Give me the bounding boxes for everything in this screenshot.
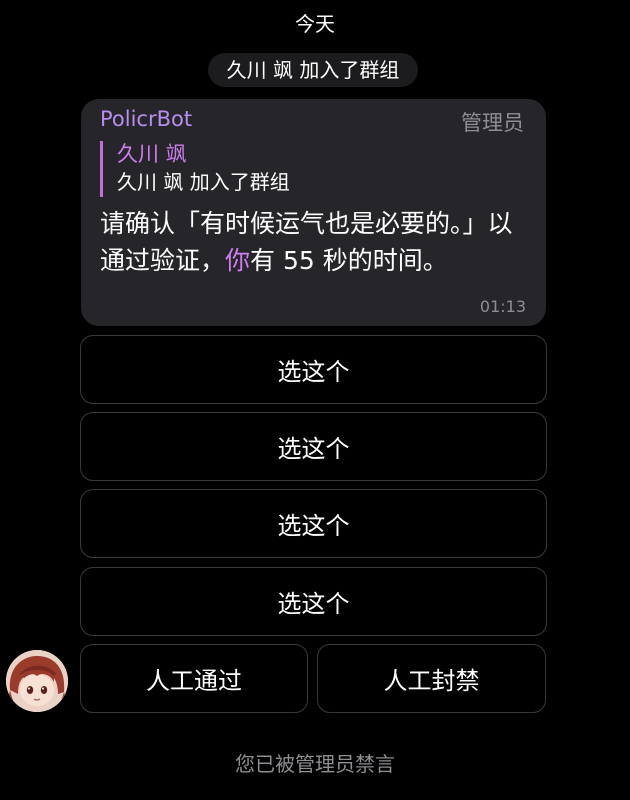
answer-option-button-3[interactable]: 选这个: [80, 489, 547, 558]
answer-option-button-2[interactable]: 选这个: [80, 412, 547, 481]
admin-badge: 管理员: [461, 111, 524, 135]
muted-notice: 您已被管理员禁言: [235, 752, 395, 776]
manual-ban-button[interactable]: 人工封禁: [317, 644, 546, 713]
message-timestamp: 01:13: [479, 297, 526, 316]
reply-text: 久川 飒 加入了群组: [117, 170, 290, 194]
answer-option-button-1[interactable]: 选这个: [80, 335, 547, 404]
anime-avatar-image: [6, 650, 68, 712]
date-separator: 今天: [295, 12, 335, 36]
service-message: 久川 飒 加入了群组: [208, 53, 418, 87]
answer-option-button-4[interactable]: 选这个: [80, 567, 547, 636]
mention-link[interactable]: 你: [225, 246, 250, 275]
message-text-after: 有 55 秒的时间。: [250, 246, 448, 275]
reply-sender-name: 久川 飒: [117, 142, 187, 166]
reply-quote[interactable]: 久川 飒 久川 飒 加入了群组: [100, 141, 417, 197]
sender-avatar[interactable]: [6, 650, 68, 712]
sender-name[interactable]: PolicrBot: [100, 107, 192, 131]
manual-approve-button[interactable]: 人工通过: [80, 644, 308, 713]
message-text: 请确认「有时候运气也是必要的。」以通过验证，你有 55 秒的时间。: [100, 205, 530, 279]
message-bubble[interactable]: PolicrBot 管理员 久川 飒 久川 飒 加入了群组 请确认「有时候运气也…: [81, 99, 546, 326]
